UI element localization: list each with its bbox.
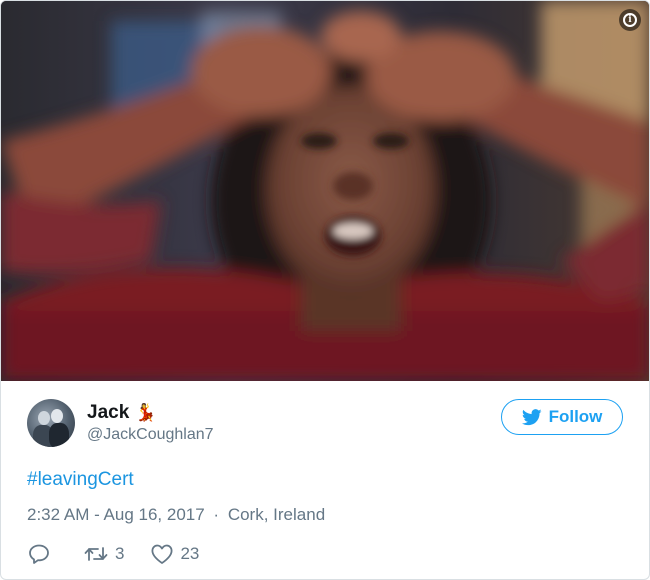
- retweet-icon: [84, 547, 108, 561]
- embedded-tweet-card: i Jack 💃 @JackCoughlan7 Follow #leavingC: [0, 0, 650, 580]
- author-name-text: Jack: [87, 402, 130, 423]
- tweet-location[interactable]: Cork, Ireland: [228, 505, 325, 524]
- author-handle[interactable]: @JackCoughlan7: [87, 426, 214, 444]
- twitter-bird-icon: [521, 408, 542, 425]
- avatar[interactable]: [27, 399, 75, 447]
- media-info-button[interactable]: i: [619, 9, 641, 31]
- tweet-body: Jack 💃 @JackCoughlan7 Follow #leavingCer…: [1, 381, 649, 565]
- tweet-actions: 3 23: [27, 543, 623, 565]
- retweet-button[interactable]: 3: [83, 544, 124, 564]
- like-count: 23: [180, 544, 200, 563]
- author-display-name[interactable]: Jack 💃: [87, 402, 214, 424]
- blurred-photo: [1, 1, 649, 381]
- tweet-timestamp[interactable]: 2:32 AM - Aug 16, 2017: [27, 505, 205, 524]
- info-icon: i: [623, 13, 637, 27]
- reply-button[interactable]: [27, 543, 57, 565]
- follow-label: Follow: [548, 407, 603, 426]
- reply-icon: [29, 544, 49, 564]
- follow-button[interactable]: Follow: [501, 399, 623, 435]
- author-names: Jack 💃 @JackCoughlan7: [87, 402, 214, 444]
- hashtag-link[interactable]: #leavingCert: [27, 469, 623, 491]
- tweet-meta: 2:32 AM - Aug 16, 2017 · Cork, Ireland: [27, 505, 623, 525]
- heart-icon: [151, 544, 173, 564]
- meta-separator: ·: [213, 505, 220, 524]
- dancer-emoji: 💃: [135, 403, 157, 422]
- retweet-count: 3: [115, 544, 125, 563]
- tweet-media-photo[interactable]: i: [1, 1, 649, 381]
- like-button[interactable]: 23: [150, 543, 199, 565]
